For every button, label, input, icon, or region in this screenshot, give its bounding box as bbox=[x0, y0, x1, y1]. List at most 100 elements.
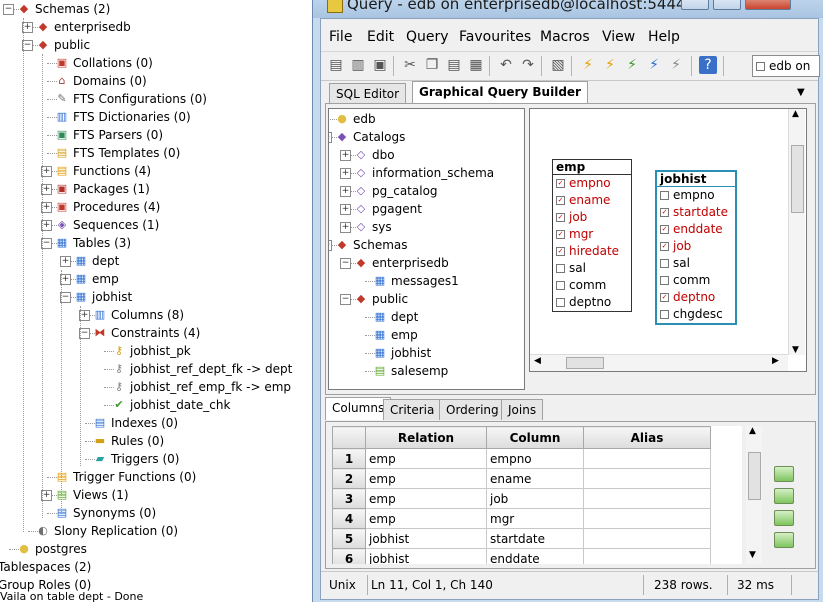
browser-tree-node[interactable]: ⚷ jobhist_ref_emp_fk -> emp bbox=[0, 378, 312, 396]
browser-tree-node[interactable]: ▤ Trigger Functions (0) bbox=[0, 468, 312, 486]
alias-cell[interactable] bbox=[583, 448, 711, 469]
scroll-left-icon[interactable]: ◀ bbox=[534, 356, 541, 366]
grid-vscroll-thumb[interactable] bbox=[748, 452, 761, 500]
gqb-tree-node[interactable]: + ◇ sys bbox=[329, 218, 524, 236]
browser-tree-node[interactable]: ⚷ jobhist_pk bbox=[0, 342, 312, 360]
row-number[interactable]: 2 bbox=[332, 468, 366, 489]
alias-cell[interactable] bbox=[583, 488, 711, 509]
browser-tree-node[interactable]: − ▦ jobhist bbox=[0, 288, 312, 306]
row-number[interactable]: 6 bbox=[332, 548, 366, 564]
browser-tree-node[interactable]: ▤ Synonyms (0) bbox=[0, 504, 312, 522]
column-cell[interactable]: ename bbox=[486, 468, 584, 489]
relation-cell[interactable]: emp bbox=[365, 448, 487, 469]
minimize-button[interactable] bbox=[681, 0, 709, 10]
relation-cell[interactable]: emp bbox=[365, 468, 487, 489]
cancel-query-icon[interactable]: ⚡ bbox=[667, 56, 685, 74]
gqb-column-row[interactable]: ✓ job bbox=[657, 238, 735, 255]
browser-tree-node[interactable]: ▬ Rules (0) bbox=[0, 432, 312, 450]
browser-tree-node[interactable]: + ▦ emp bbox=[0, 270, 312, 288]
undo-icon[interactable]: ↶ bbox=[497, 56, 515, 74]
expand-icon[interactable]: + bbox=[340, 204, 351, 215]
unchecked-checkbox-icon[interactable] bbox=[556, 264, 565, 273]
gqb-column-row[interactable]: ✓ hiredate bbox=[553, 243, 631, 260]
checked-checkbox-icon[interactable]: ✓ bbox=[556, 230, 565, 239]
browser-tree-node[interactable]: Tablespaces (2) bbox=[0, 558, 312, 576]
table-row[interactable]: 6 jobhist enddate bbox=[332, 548, 711, 564]
gqb-column-row[interactable]: sal bbox=[553, 260, 631, 277]
browser-tree-node[interactable]: ▥ FTS Dictionaries (0) bbox=[0, 108, 312, 126]
unchecked-checkbox-icon[interactable] bbox=[660, 259, 669, 268]
table-row[interactable]: 2 emp ename bbox=[332, 468, 711, 489]
copy-icon[interactable]: ❐ bbox=[423, 56, 441, 74]
alias-cell[interactable] bbox=[583, 468, 711, 489]
relation-cell[interactable]: jobhist bbox=[365, 548, 487, 564]
unchecked-checkbox-icon[interactable] bbox=[556, 281, 565, 290]
execute-to-file-icon[interactable]: ⚡ bbox=[623, 56, 641, 74]
expand-icon[interactable]: + bbox=[340, 168, 351, 179]
checked-checkbox-icon[interactable]: ✓ bbox=[556, 213, 565, 222]
row-number[interactable]: 5 bbox=[332, 528, 366, 549]
gqb-tree-node[interactable]: + ◇ information_schema bbox=[329, 164, 524, 182]
browser-tree-node[interactable]: ▤ FTS Templates (0) bbox=[0, 144, 312, 162]
gqb-tree-node[interactable]: ▦ dept bbox=[329, 308, 524, 326]
expand-icon[interactable]: + bbox=[60, 256, 71, 267]
tab-columns[interactable]: Columns bbox=[325, 397, 392, 420]
gqb-column-row[interactable]: comm bbox=[553, 277, 631, 294]
checked-checkbox-icon[interactable]: ✓ bbox=[556, 179, 565, 188]
row-number[interactable]: 1 bbox=[332, 448, 366, 469]
menu-view[interactable]: View bbox=[602, 29, 635, 45]
unchecked-checkbox-icon[interactable] bbox=[556, 298, 565, 307]
collapse-icon[interactable]: − bbox=[329, 132, 332, 143]
gqb-tree-node[interactable]: ▦ emp bbox=[329, 326, 524, 344]
browser-tree-node[interactable]: − ◆ Schemas (2) bbox=[0, 0, 312, 18]
grid-scroll-down-icon[interactable]: ▼ bbox=[749, 550, 756, 560]
gqb-tree-node[interactable]: − ◆ public bbox=[329, 290, 524, 308]
browser-tree-node[interactable]: ▰ Triggers (0) bbox=[0, 450, 312, 468]
gqb-tree-node[interactable]: ▦ messages1 bbox=[329, 272, 524, 290]
browser-tree-node[interactable]: ✔ jobhist_date_chk bbox=[0, 396, 312, 414]
column-cell[interactable]: job bbox=[486, 488, 584, 509]
alias-header[interactable]: Alias bbox=[583, 426, 711, 449]
move-top-icon[interactable] bbox=[774, 466, 794, 482]
checked-checkbox-icon[interactable]: ✓ bbox=[660, 293, 669, 302]
gqb-column-row[interactable]: ✓ empno bbox=[553, 175, 631, 192]
relation-cell[interactable]: jobhist bbox=[365, 528, 487, 549]
alias-cell[interactable] bbox=[583, 508, 711, 529]
checked-checkbox-icon[interactable]: ✓ bbox=[556, 196, 565, 205]
browser-tree-node[interactable]: + ▤ Functions (4) bbox=[0, 162, 312, 180]
explain-icon[interactable]: ⚡ bbox=[645, 56, 663, 74]
relation-cell[interactable]: emp bbox=[365, 508, 487, 529]
move-up-icon[interactable] bbox=[774, 488, 794, 504]
connection-select[interactable]: edb on bbox=[752, 55, 820, 77]
gqb-tree-node[interactable]: −◆ Schemas bbox=[329, 236, 524, 254]
gqb-design-canvas[interactable]: emp ✓ empno ✓ ename ✓ job ✓ mgr ✓ hiredate sal comm d… bbox=[529, 108, 807, 372]
column-header[interactable]: Column bbox=[486, 426, 584, 449]
checked-checkbox-icon[interactable]: ✓ bbox=[660, 208, 669, 217]
collapse-icon[interactable]: − bbox=[340, 294, 351, 305]
expand-icon[interactable]: + bbox=[340, 222, 351, 233]
canvas-vertical-scrollbar[interactable]: ▲ ▼ bbox=[788, 109, 805, 355]
clear-icon[interactable]: ▦ bbox=[467, 56, 485, 74]
menu-favourites[interactable]: Favourites bbox=[459, 29, 531, 45]
table-row[interactable]: 4 emp mgr bbox=[332, 508, 711, 529]
column-cell[interactable]: enddate bbox=[486, 548, 584, 564]
alias-cell[interactable] bbox=[583, 548, 711, 564]
gqb-column-row[interactable]: ✓ job bbox=[553, 209, 631, 226]
gqb-table-title[interactable]: jobhist bbox=[657, 172, 735, 187]
grid-scroll-up-icon[interactable]: ▲ bbox=[749, 426, 756, 436]
gqb-tree-node[interactable]: ▤ salesemp bbox=[329, 362, 524, 380]
gqb-column-row[interactable]: ✓ startdate bbox=[657, 204, 735, 221]
cut-icon[interactable]: ✂ bbox=[401, 56, 419, 74]
expand-icon[interactable]: + bbox=[340, 186, 351, 197]
canvas-horizontal-scrollbar[interactable]: ◀ ▶ bbox=[530, 354, 788, 371]
gqb-column-row[interactable]: ✓ mgr bbox=[553, 226, 631, 243]
close-button[interactable] bbox=[745, 0, 791, 10]
browser-tree-node[interactable]: + ▦ dept bbox=[0, 252, 312, 270]
column-cell[interactable]: mgr bbox=[486, 508, 584, 529]
scroll-up-icon[interactable]: ▲ bbox=[792, 109, 799, 119]
relation-cell[interactable]: emp bbox=[365, 488, 487, 509]
row-number[interactable]: 4 bbox=[332, 508, 366, 529]
checked-checkbox-icon[interactable]: ✓ bbox=[660, 242, 669, 251]
menu-query[interactable]: Query bbox=[406, 29, 449, 45]
menu-file[interactable]: File bbox=[329, 29, 352, 45]
